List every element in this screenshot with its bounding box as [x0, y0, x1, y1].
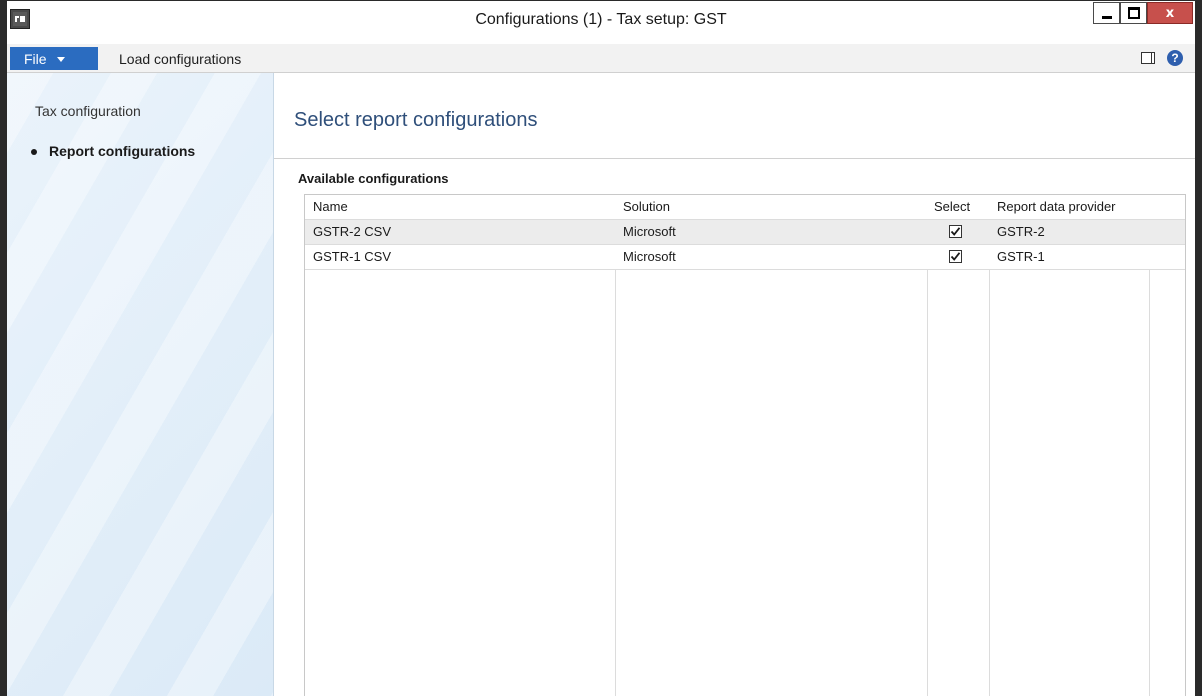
menu-bar: File Load configurations ? — [7, 44, 1195, 73]
cell-solution: Microsoft — [623, 249, 676, 264]
nav-item-report-configurations[interactable]: Report configurations — [49, 143, 195, 159]
cell-solution: Microsoft — [623, 224, 676, 239]
section-label: Available configurations — [298, 171, 449, 186]
select-checkbox[interactable] — [949, 225, 962, 238]
cell-name: GSTR-1 CSV — [313, 249, 392, 264]
cell-name: GSTR-2 CSV — [313, 224, 392, 239]
active-bullet-icon — [31, 149, 37, 155]
maximize-button[interactable] — [1120, 2, 1147, 24]
column-divider — [989, 195, 990, 696]
app-window: Configurations (1) - Tax setup: GST x Fi… — [0, 0, 1202, 696]
column-divider — [927, 195, 928, 696]
column-divider — [615, 195, 616, 696]
grid-header-row: Name Solution Select Report data provide… — [305, 195, 1185, 220]
dropdown-caret-icon — [56, 57, 65, 62]
column-divider — [1149, 195, 1150, 696]
column-header-report-data-provider[interactable]: Report data provider — [989, 195, 1157, 219]
title-bar: Configurations (1) - Tax setup: GST x — [7, 0, 1195, 45]
window-title: Configurations (1) - Tax setup: GST — [475, 11, 727, 28]
column-header-select[interactable]: Select — [927, 195, 994, 219]
select-checkbox[interactable] — [949, 250, 962, 263]
nav-item-tax-configuration[interactable]: Tax configuration — [35, 103, 141, 119]
minimize-button[interactable] — [1093, 2, 1120, 24]
left-navigation: Tax configuration Report configurations — [7, 73, 274, 696]
cell-report-data-provider: GSTR-2 — [997, 224, 1045, 239]
checkbox-checked-icon — [950, 252, 961, 261]
cell-report-data-provider: GSTR-1 — [997, 249, 1045, 264]
nav-background-decoration — [7, 73, 273, 696]
column-header-solution[interactable]: Solution — [615, 195, 923, 219]
checkbox-checked-icon — [950, 227, 961, 236]
window-controls: x — [1093, 2, 1193, 24]
file-menu-label: File — [24, 50, 47, 67]
load-configurations-button[interactable]: Load configurations — [111, 48, 249, 70]
page-title: Select report configurations — [294, 109, 538, 131]
main-header: Select report configurations — [274, 73, 1195, 159]
main-content: Select report configurations Available c… — [274, 73, 1195, 696]
column-header-name[interactable]: Name — [305, 195, 613, 219]
close-button[interactable]: x — [1147, 2, 1193, 24]
table-row[interactable]: GSTR-2 CSV Microsoft GSTR-2 — [305, 220, 1185, 245]
configurations-grid: Name Solution Select Report data provide… — [304, 194, 1186, 696]
file-menu-button[interactable]: File — [10, 47, 98, 70]
close-icon: x — [1165, 5, 1175, 21]
panel-icon[interactable] — [1141, 52, 1155, 64]
minimize-icon — [1101, 15, 1112, 19]
help-icon[interactable]: ? — [1167, 50, 1183, 66]
table-row[interactable]: GSTR-1 CSV Microsoft GSTR-1 — [305, 245, 1185, 270]
maximize-icon — [1127, 7, 1140, 19]
